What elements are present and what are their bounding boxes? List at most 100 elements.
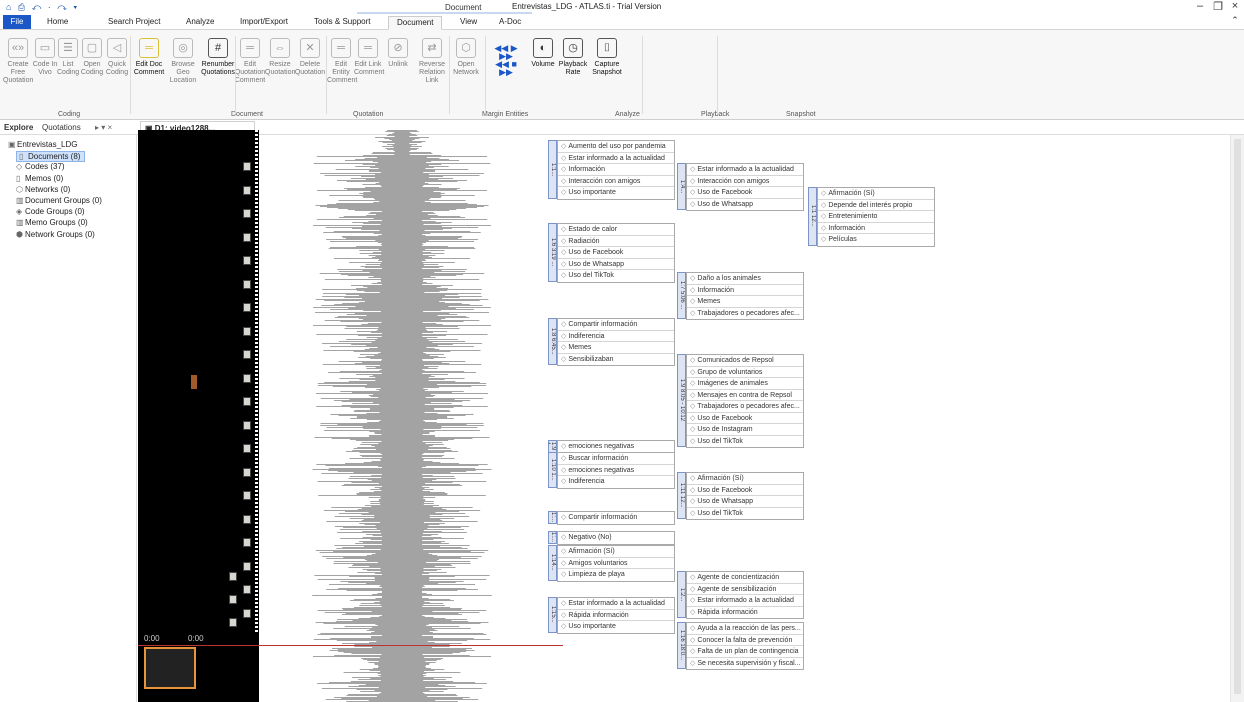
code-tag[interactable]: ◇ Uso del TikTok [687, 436, 803, 448]
code-icon: ◇ [690, 625, 696, 632]
code-tag[interactable]: ◇ Uso de Instagram [687, 424, 803, 436]
code-tag[interactable]: ◇ Trabajadores o pecadores afec... [687, 401, 803, 413]
code-tag[interactable]: ◇ Radiación [558, 236, 674, 247]
code-tag[interactable]: ◇ Aumento del uso por pandemia [558, 141, 674, 153]
code-label: Estado de calor [568, 226, 618, 233]
code-list: ◇ Estar informado a la actualidad ◇ Rápida … [557, 597, 675, 634]
code-tag[interactable]: ◇ Comunicados de Repsol [687, 355, 803, 367]
quotation-bar[interactable]: 1:15... [548, 597, 557, 633]
quotation-bar[interactable]: 1:11 12... [677, 472, 686, 519]
code-tag[interactable]: ◇ Falta de un plan de contingencia [687, 646, 803, 658]
quotation-bar[interactable]: 1:9 1... [548, 440, 557, 453]
code-label: Uso de Instagram [697, 426, 753, 433]
code-tag[interactable]: ◇ Estar informado a la actualidad [558, 153, 674, 164]
code-tag[interactable]: ◇ Amigos voluntarios [558, 558, 674, 569]
code-tag[interactable]: ◇ Mensajes en contra de Repsol [687, 390, 803, 401]
code-tag[interactable]: ◇ Información [687, 285, 803, 296]
code-label: Uso del TikTok [697, 437, 743, 445]
code-label: Películas [828, 236, 857, 243]
code-icon: ◇ [690, 380, 696, 387]
code-tag[interactable]: ◇ Compartir información [558, 512, 674, 524]
code-tag[interactable]: ◇ Limpieza de playa [558, 569, 674, 581]
code-tag[interactable]: ◇ emociones negativas [558, 441, 674, 453]
quotation-bar[interactable]: 1:10 1... [548, 452, 557, 488]
code-label: Mensajes en contra de Repsol [697, 391, 792, 399]
code-tag[interactable]: ◇ Uso de Whatsapp [558, 259, 674, 270]
quotation-bar[interactable]: 1:9 8:05 - 10:12 [677, 354, 686, 447]
code-icon: ◇ [821, 201, 827, 209]
code-tag[interactable]: ◇ Depende del interés propio [818, 200, 934, 211]
quotation-bar[interactable]: 1:8 6:45... [548, 318, 557, 365]
quotation-bar[interactable]: 1:4... [677, 163, 686, 210]
code-icon: ◇ [690, 286, 696, 294]
code-tag[interactable]: ◇ Uso importante [558, 621, 674, 633]
quotation-bar[interactable]: 1:2... [677, 571, 686, 618]
code-label: Uso del TikTok [697, 509, 743, 517]
code-tag[interactable]: ◇ Agente de sensibilización [687, 584, 803, 595]
code-tag[interactable]: ◇ Uso de Whatsapp [687, 199, 803, 211]
code-tag[interactable]: ◇ Uso del TikTok [558, 270, 674, 282]
code-tag[interactable]: ◇ Interacción con amigos [687, 176, 803, 187]
code-tag[interactable]: ◇ Memes [687, 296, 803, 308]
code-label: Se necesita supervisión y fiscal... [697, 659, 801, 667]
code-label: Depende del interés propio [828, 201, 913, 209]
quotation-bar[interactable]: 1:16 18:0... [677, 622, 686, 669]
code-label: Entretenimiento [828, 213, 878, 220]
code-tag[interactable]: ◇ Agente de concientización [687, 572, 803, 584]
code-tag[interactable]: ◇ Información [818, 223, 934, 234]
code-tag[interactable]: ◇ Conocer la falta de prevención [687, 635, 803, 646]
code-tag[interactable]: ◇ Se necesita supervisión y fiscal... [687, 658, 803, 670]
code-tag[interactable]: ◇ Información [558, 164, 674, 176]
code-tag[interactable]: ◇ Uso de Facebook [687, 187, 803, 199]
code-tag[interactable]: ◇ Estado de calor [558, 224, 674, 236]
code-tag[interactable]: ◇ Uso de Whatsapp [687, 496, 803, 508]
code-tag[interactable]: ◇ Imágenes de animales [687, 378, 803, 390]
code-tag[interactable]: ◇ Indiferencia [558, 476, 674, 488]
code-tag[interactable]: ◇ Entretenimiento [818, 211, 934, 223]
code-tag[interactable]: ◇ Compartir información [558, 319, 674, 331]
code-tag[interactable]: ◇ Estar informado a la actualidad [687, 164, 803, 176]
scroll-thumb[interactable] [1234, 139, 1241, 694]
code-tag[interactable]: ◇ Rápida información [558, 610, 674, 621]
code-tag[interactable]: ◇ Rápida información [687, 607, 803, 619]
code-tag[interactable]: ◇ Negativo (No) [558, 532, 674, 544]
code-label: Rápida información [697, 608, 758, 616]
code-label: Imágenes de animales [697, 380, 768, 387]
code-tag[interactable]: ◇ Indiferencia [558, 331, 674, 342]
code-tag[interactable]: ◇ Memes [558, 342, 674, 354]
code-list: ◇ Estar informado a la actualidad ◇ Interac… [686, 163, 804, 211]
quotation-bar[interactable]: 1:14... [548, 545, 557, 581]
code-tag[interactable]: ◇ Trabajadores o pecadores afec... [687, 308, 803, 320]
code-label: Estar informado a la actualidad [697, 166, 794, 173]
code-tag[interactable]: ◇ Estar informado a la actualidad [558, 598, 674, 610]
code-tag[interactable]: ◇ Sensibilizaban [558, 354, 674, 366]
code-tag[interactable]: ◇ Afirmación (Sí) [687, 473, 803, 485]
code-tag[interactable]: ◇ Grupo de voluntarios [687, 367, 803, 378]
code-tag[interactable]: ◇ Uso de Facebook [558, 247, 674, 259]
code-list: ◇ Compartir información ◇ Indiferencia ◇ Meme… [557, 318, 675, 366]
quotation-bar[interactable]: 1:1 12... [808, 187, 817, 246]
code-tag[interactable]: ◇ Estar informado a la actualidad [687, 595, 803, 607]
code-label: Rápida información [568, 611, 629, 619]
code-list: ◇ Daño a los animales ◇ Información ◇ Memes ◇ T… [686, 272, 804, 320]
quotation-bar[interactable]: 1:... [548, 531, 557, 544]
code-tag[interactable]: ◇ Daño a los animales [687, 273, 803, 285]
code-list: ◇ Afirmación (Sí) ◇ Depende del interés pro… [817, 187, 935, 247]
code-tag[interactable]: ◇ Uso de Facebook [687, 413, 803, 424]
code-tag[interactable]: ◇ emociones negativas [558, 465, 674, 476]
quotation-bar[interactable]: 1:... [548, 511, 557, 524]
code-tag[interactable]: ◇ Buscar información [558, 453, 674, 465]
quotation-bar[interactable]: 1:7 5:06 ... [677, 272, 686, 319]
code-tag[interactable]: ◇ Afirmación (Sí) [558, 546, 674, 558]
code-label: Limpieza de playa [568, 571, 625, 578]
code-tag[interactable]: ◇ Interacción con amigos [558, 176, 674, 187]
code-tag[interactable]: ◇ Ayuda a la reacción de las pers... [687, 623, 803, 635]
quotation-bar[interactable]: 1:6 3:19 ... [548, 223, 557, 282]
code-tag[interactable]: ◇ Uso importante [558, 187, 674, 199]
code-tag[interactable]: ◇ Uso de Facebook [687, 485, 803, 496]
quotation-bar[interactable]: 1:1... [548, 140, 557, 199]
code-tag[interactable]: ◇ Uso del TikTok [687, 508, 803, 520]
code-tag[interactable]: ◇ Películas [818, 234, 934, 246]
vertical-scrollbar[interactable] [1230, 135, 1244, 702]
code-tag[interactable]: ◇ Afirmación (Sí) [818, 188, 934, 200]
